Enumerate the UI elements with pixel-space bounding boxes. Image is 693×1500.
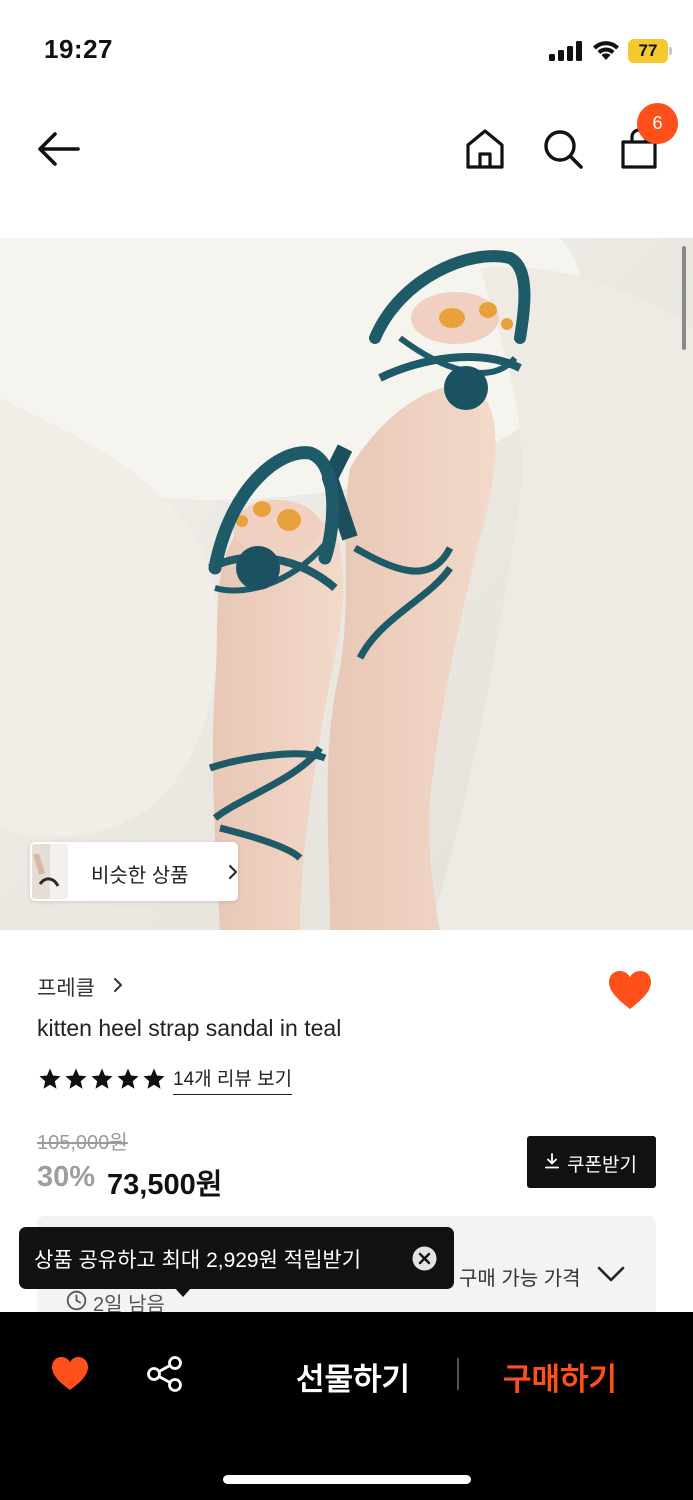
similar-thumbnail-image bbox=[32, 844, 68, 899]
close-icon[interactable] bbox=[412, 1246, 437, 1271]
star-icon bbox=[143, 1068, 165, 1089]
product-image[interactable] bbox=[0, 238, 693, 930]
tooltip-tail bbox=[174, 1287, 192, 1297]
bottom-action-bar: 선물하기 구매하기 bbox=[0, 1312, 693, 1500]
brand-name: 프레클 bbox=[37, 977, 95, 1000]
purchasable-price-label: 구매 가능 가격 bbox=[459, 1268, 581, 1290]
search-icon[interactable] bbox=[540, 126, 586, 172]
original-price: 105,000원 bbox=[37, 1132, 128, 1154]
gift-button[interactable]: 선물하기 bbox=[296, 1354, 410, 1399]
battery-level: 77 bbox=[628, 39, 668, 63]
sale-price: 73,500원 bbox=[107, 1169, 223, 1201]
wishlist-heart-icon[interactable] bbox=[607, 969, 653, 1011]
product-photo bbox=[0, 238, 693, 930]
chevron-right-icon bbox=[229, 865, 237, 879]
back-arrow-icon[interactable] bbox=[34, 126, 84, 172]
status-bar: 19:27 77 bbox=[0, 0, 693, 100]
image-scroll-indicator bbox=[682, 246, 686, 350]
brand-link[interactable]: 프레클 bbox=[37, 972, 122, 1000]
clock-icon bbox=[66, 1290, 87, 1311]
divider bbox=[457, 1358, 459, 1390]
rating-stars bbox=[38, 1067, 166, 1091]
battery-indicator: 77 bbox=[628, 39, 672, 63]
similar-products-button[interactable]: 비슷한 상품 bbox=[30, 842, 238, 901]
wifi-icon bbox=[593, 41, 619, 60]
status-time: 19:27 bbox=[44, 34, 113, 64]
product-title: kitten heel strap sandal in teal bbox=[37, 1015, 342, 1041]
cellular-signal-icon bbox=[549, 41, 582, 61]
star-icon bbox=[39, 1068, 61, 1089]
like-heart-icon[interactable] bbox=[50, 1355, 90, 1392]
similar-thumbnail bbox=[32, 844, 68, 899]
download-icon bbox=[545, 1153, 559, 1169]
home-indicator[interactable] bbox=[223, 1475, 471, 1484]
discount-rate: 30% bbox=[37, 1161, 96, 1193]
chevron-down-icon[interactable] bbox=[597, 1265, 625, 1283]
battery-nub bbox=[669, 47, 672, 55]
star-icon bbox=[91, 1068, 113, 1089]
share-reward-tooltip: 상품 공유하고 최대 2,929원 적립받기 bbox=[19, 1227, 454, 1297]
view-reviews-link[interactable]: 14개 리뷰 보기 bbox=[173, 1064, 293, 1095]
home-icon[interactable] bbox=[462, 126, 508, 172]
cart-count-badge: 6 bbox=[637, 103, 678, 144]
top-navigation bbox=[0, 100, 693, 200]
share-icon[interactable] bbox=[146, 1355, 184, 1393]
coupon-label: 쿠폰받기 bbox=[567, 1155, 637, 1176]
chevron-right-icon bbox=[114, 978, 122, 992]
tooltip-text: 상품 공유하고 최대 2,929원 적립받기 bbox=[34, 1249, 362, 1272]
similar-products-label: 비슷한 상품 bbox=[91, 865, 189, 887]
star-icon bbox=[117, 1068, 139, 1089]
download-coupon-button[interactable]: 쿠폰받기 bbox=[527, 1136, 656, 1188]
buy-button[interactable]: 구매하기 bbox=[503, 1354, 617, 1399]
star-icon bbox=[65, 1068, 87, 1089]
